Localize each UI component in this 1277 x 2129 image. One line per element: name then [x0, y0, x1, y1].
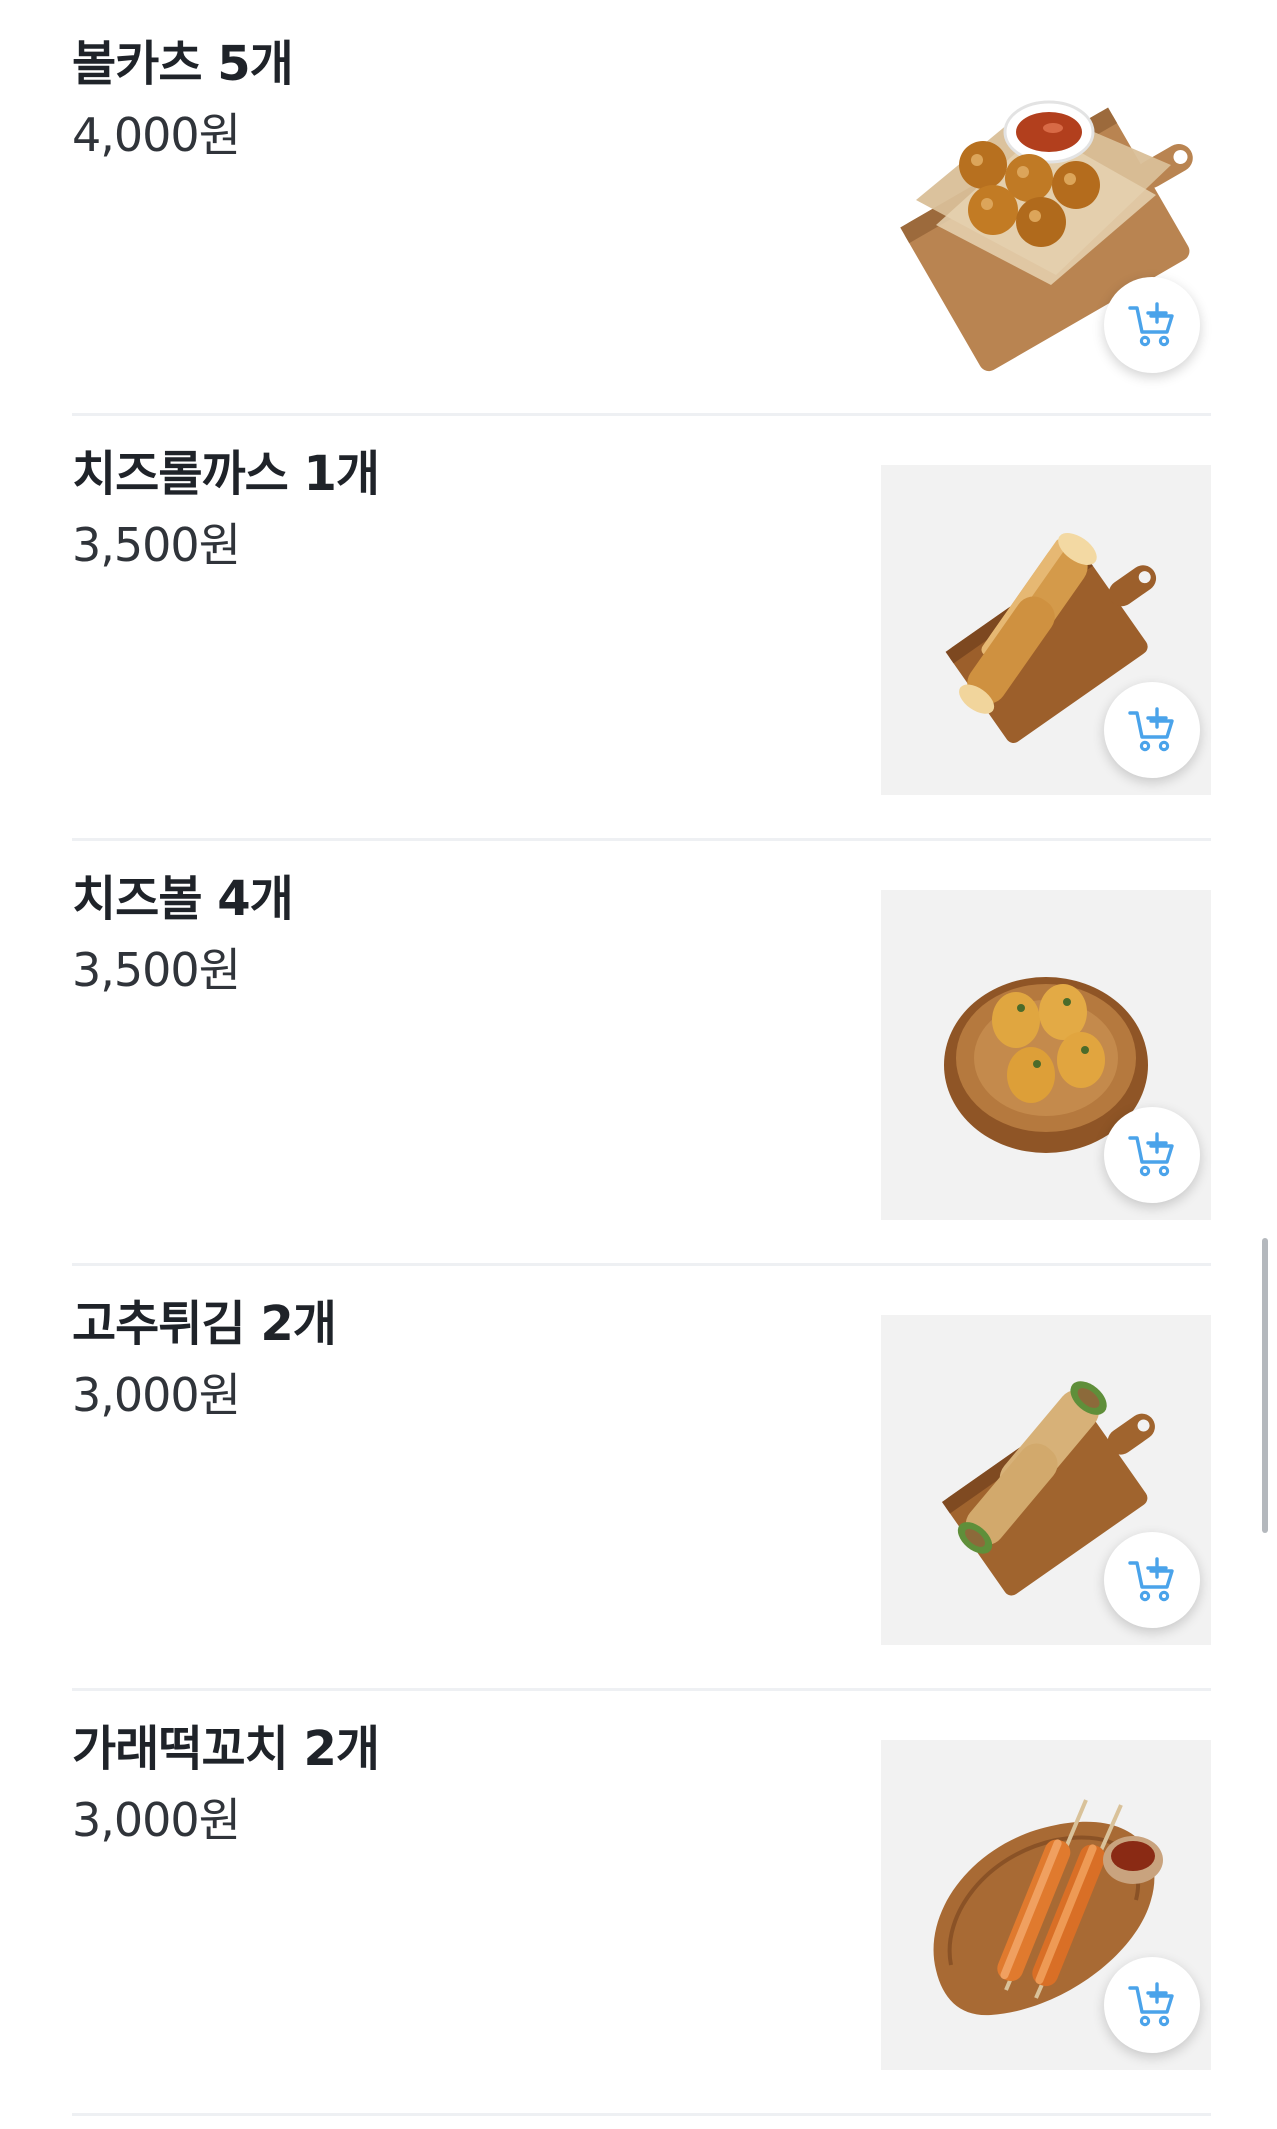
menu-item-text: 가래떡꼬치 2개 3,000원 [72, 1721, 380, 1848]
menu-item-text: 치즈롤까스 1개 3,500원 [72, 446, 380, 573]
menu-item-fried-pepper[interactable]: 고추튀김 2개 3,000원 [72, 1266, 1211, 1691]
add-to-cart-icon [1128, 707, 1174, 752]
menu-item-rice-cake-skewer[interactable]: 가래떡꼬치 2개 3,000원 [72, 1691, 1211, 2116]
rice-cake-skewer-photo-icon[interactable] [881, 1740, 1211, 2070]
add-to-cart-icon [1128, 1557, 1174, 1602]
add-to-cart-icon [1128, 1982, 1174, 2027]
fried-pepper-photo-icon[interactable] [881, 1315, 1211, 1645]
menu-item-name: 치즈롤까스 1개 [72, 446, 380, 502]
cheese-roll-katsu-photo-icon[interactable] [881, 465, 1211, 795]
scrollbar[interactable] [1262, 1238, 1268, 1533]
add-to-cart-button[interactable] [1104, 682, 1200, 778]
menu-item-cheese-roll-katsu[interactable]: 치즈롤까스 1개 3,500원 [72, 416, 1211, 841]
menu-item-name: 가래떡꼬치 2개 [72, 1721, 380, 1777]
menu-item-price: 3,500원 [72, 942, 241, 997]
menu-item-price: 4,000원 [72, 107, 241, 162]
add-to-cart-button[interactable] [1104, 1532, 1200, 1628]
add-to-cart-button[interactable] [1104, 277, 1200, 373]
menu-item-price: 3,500원 [72, 517, 241, 572]
ball-katsu-photo-icon[interactable] [881, 60, 1211, 390]
add-to-cart-icon [1128, 1132, 1174, 1177]
menu-item-price: 3,000원 [72, 1367, 241, 1422]
menu-item-cheese-ball[interactable]: 치즈볼 4개 3,500원 [72, 841, 1211, 1266]
menu-item-price: 3,000원 [72, 1792, 241, 1847]
menu-item-text: 볼카츠 5개 4,000원 [72, 36, 294, 163]
add-to-cart-button[interactable] [1104, 1957, 1200, 2053]
menu-item-name: 고추튀김 2개 [72, 1296, 337, 1352]
add-to-cart-icon [1128, 302, 1174, 347]
menu-item-name: 치즈볼 4개 [72, 871, 294, 927]
add-to-cart-button[interactable] [1104, 1107, 1200, 1203]
menu-item-text: 치즈볼 4개 3,500원 [72, 871, 294, 998]
menu-item-name: 볼카츠 5개 [72, 36, 294, 92]
menu-item-ball-katsu[interactable]: 볼카츠 5개 4,000원 [72, 0, 1211, 416]
cheese-ball-photo-icon[interactable] [881, 890, 1211, 1220]
menu-list: 볼카츠 5개 4,000원 치즈롤까스 1개 3,500원 치즈볼 4개 3,5… [72, 0, 1211, 2116]
menu-item-text: 고추튀김 2개 3,000원 [72, 1296, 337, 1423]
